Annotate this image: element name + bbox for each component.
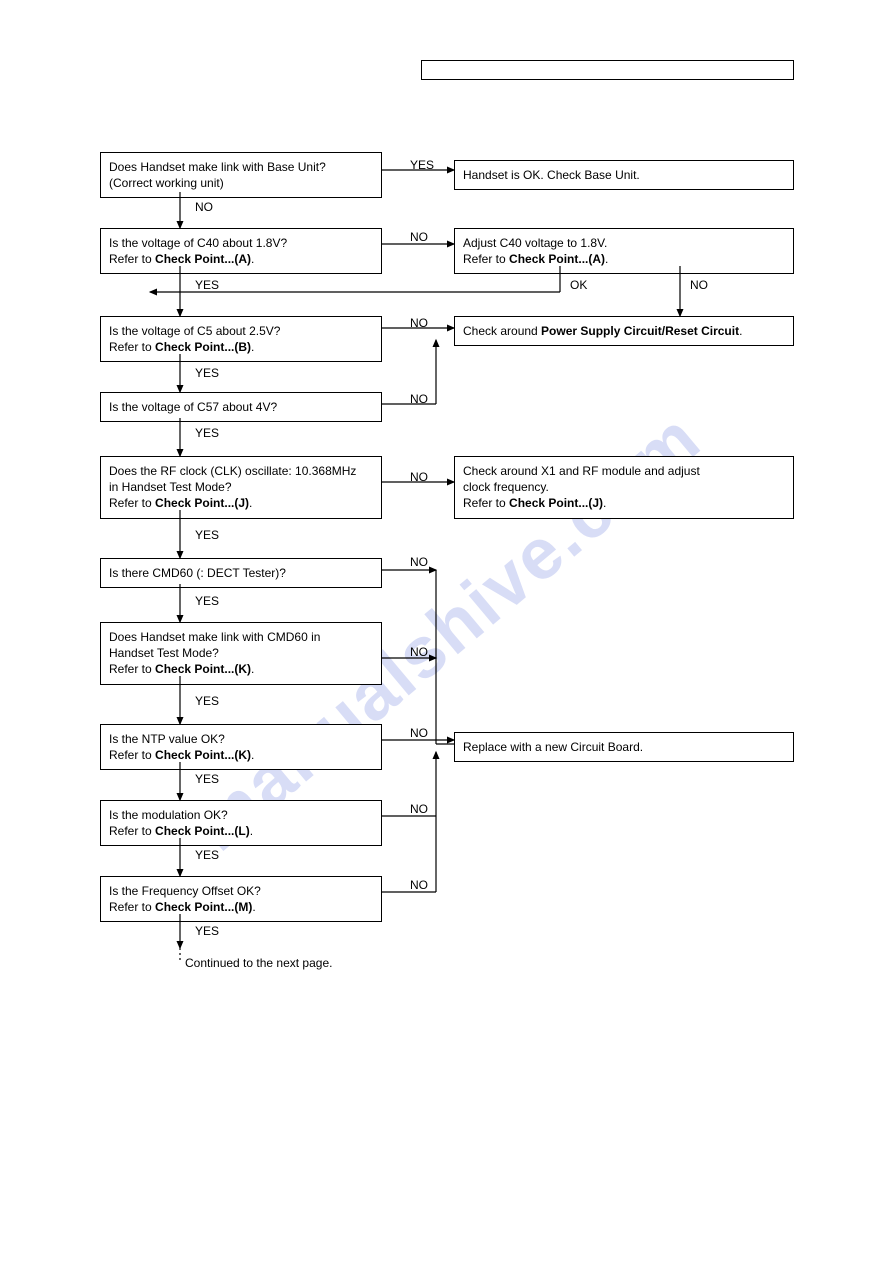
q10-l1: Is the Frequency Offset OK? bbox=[109, 884, 261, 898]
flow-box-q8: Is the NTP value OK? Refer to Check Poin… bbox=[100, 724, 382, 770]
lbl-yes-9: YES bbox=[195, 848, 219, 862]
lbl-continued: Continued to the next page. bbox=[185, 956, 332, 970]
a2-l1: Adjust C40 voltage to 1.8V. bbox=[463, 236, 607, 250]
flow-box-a2: Adjust C40 voltage to 1.8V. Refer to Che… bbox=[454, 228, 794, 274]
q5-l3b: Check Point...(J) bbox=[155, 496, 249, 510]
q8-l2a: Refer to bbox=[109, 748, 155, 762]
flow-box-a1: Handset is OK. Check Base Unit. bbox=[454, 160, 794, 190]
flow-box-q9: Is the modulation OK? Refer to Check Poi… bbox=[100, 800, 382, 846]
a8-text: Replace with a new Circuit Board. bbox=[463, 740, 643, 754]
q9-l2c: . bbox=[250, 824, 253, 838]
q3-l2b: Check Point...(B) bbox=[155, 340, 251, 354]
q8-l1: Is the NTP value OK? bbox=[109, 732, 225, 746]
flow-box-q7: Does Handset make link with CMD60 in Han… bbox=[100, 622, 382, 685]
q5-l3a: Refer to bbox=[109, 496, 155, 510]
q2-l1: Is the voltage of C40 about 1.8V? bbox=[109, 236, 287, 250]
flow-box-q5: Does the RF clock (CLK) oscillate: 10.36… bbox=[100, 456, 382, 519]
q7-l3a: Refer to bbox=[109, 662, 155, 676]
lbl-yes-6: YES bbox=[195, 594, 219, 608]
q7-l2: Handset Test Mode? bbox=[109, 646, 219, 660]
a2-l2a: Refer to bbox=[463, 252, 509, 266]
q10-l2c: . bbox=[252, 900, 255, 914]
a1-text: Handset is OK. Check Base Unit. bbox=[463, 168, 640, 182]
lbl-yes-8: YES bbox=[195, 772, 219, 786]
lbl-no-5: NO bbox=[410, 470, 428, 484]
a3-post: . bbox=[739, 324, 742, 338]
lbl-no-1: NO bbox=[195, 200, 213, 214]
lbl-yes-2: YES bbox=[195, 278, 219, 292]
lbl-ok: OK bbox=[570, 278, 587, 292]
lbl-yes-1: YES bbox=[410, 158, 434, 172]
lbl-no-7: NO bbox=[410, 645, 428, 659]
q7-l3b: Check Point...(K) bbox=[155, 662, 251, 676]
flow-box-a3: Check around Power Supply Circuit/Reset … bbox=[454, 316, 794, 346]
flow-box-q3: Is the voltage of C5 about 2.5V? Refer t… bbox=[100, 316, 382, 362]
flow-box-q2: Is the voltage of C40 about 1.8V? Refer … bbox=[100, 228, 382, 274]
flow-box-a5: Check around X1 and RF module and adjust… bbox=[454, 456, 794, 519]
a5-l3b: Check Point...(J) bbox=[509, 496, 603, 510]
a3-pre: Check around bbox=[463, 324, 541, 338]
q5-l2: in Handset Test Mode? bbox=[109, 480, 232, 494]
lbl-yes-4: YES bbox=[195, 426, 219, 440]
lbl-yes-3: YES bbox=[195, 366, 219, 380]
lbl-no-4: NO bbox=[410, 392, 428, 406]
q9-l2a: Refer to bbox=[109, 824, 155, 838]
q3-l2c: . bbox=[251, 340, 254, 354]
q8-l2b: Check Point...(K) bbox=[155, 748, 251, 762]
lbl-yes-5: YES bbox=[195, 528, 219, 542]
q2-l2b: Check Point...(A) bbox=[155, 252, 251, 266]
lbl-no-2: NO bbox=[410, 230, 428, 244]
a3-b: Power Supply Circuit/Reset Circuit bbox=[541, 324, 739, 338]
lbl-no-10: NO bbox=[410, 878, 428, 892]
lbl-no-3: NO bbox=[410, 316, 428, 330]
q7-l3c: . bbox=[251, 662, 254, 676]
q10-l2a: Refer to bbox=[109, 900, 155, 914]
q9-l2b: Check Point...(L) bbox=[155, 824, 250, 838]
flow-box-q6: Is there CMD60 (: DECT Tester)? bbox=[100, 558, 382, 588]
q5-l3c: . bbox=[249, 496, 252, 510]
q5-l1: Does the RF clock (CLK) oscillate: 10.36… bbox=[109, 464, 356, 478]
q3-l2a: Refer to bbox=[109, 340, 155, 354]
a5-l1: Check around X1 and RF module and adjust bbox=[463, 464, 700, 478]
q3-l1: Is the voltage of C5 about 2.5V? bbox=[109, 324, 280, 338]
q2-l2c: . bbox=[251, 252, 254, 266]
lbl-no-6: NO bbox=[410, 555, 428, 569]
q8-l2c: . bbox=[251, 748, 254, 762]
a2-l2c: . bbox=[605, 252, 608, 266]
lbl-no-a2: NO bbox=[690, 278, 708, 292]
q1-text-l2: (Correct working unit) bbox=[109, 176, 224, 190]
lbl-yes-10: YES bbox=[195, 924, 219, 938]
flow-box-q1: Does Handset make link with Base Unit? (… bbox=[100, 152, 382, 198]
header-box bbox=[421, 60, 794, 80]
flow-box-a8: Replace with a new Circuit Board. bbox=[454, 732, 794, 762]
a5-l3c: . bbox=[603, 496, 606, 510]
lbl-no-8: NO bbox=[410, 726, 428, 740]
q6-text: Is there CMD60 (: DECT Tester)? bbox=[109, 566, 286, 580]
a5-l3a: Refer to bbox=[463, 496, 509, 510]
q1-text-l1: Does Handset make link with Base Unit? bbox=[109, 160, 326, 174]
a2-l2b: Check Point...(A) bbox=[509, 252, 605, 266]
q9-l1: Is the modulation OK? bbox=[109, 808, 228, 822]
flow-box-q10: Is the Frequency Offset OK? Refer to Che… bbox=[100, 876, 382, 922]
a5-l2: clock frequency. bbox=[463, 480, 549, 494]
q2-l2a: Refer to bbox=[109, 252, 155, 266]
q4-text: Is the voltage of C57 about 4V? bbox=[109, 400, 277, 414]
lbl-no-9: NO bbox=[410, 802, 428, 816]
q10-l2b: Check Point...(M) bbox=[155, 900, 252, 914]
q7-l1: Does Handset make link with CMD60 in bbox=[109, 630, 320, 644]
flow-box-q4: Is the voltage of C57 about 4V? bbox=[100, 392, 382, 422]
lbl-yes-7: YES bbox=[195, 694, 219, 708]
